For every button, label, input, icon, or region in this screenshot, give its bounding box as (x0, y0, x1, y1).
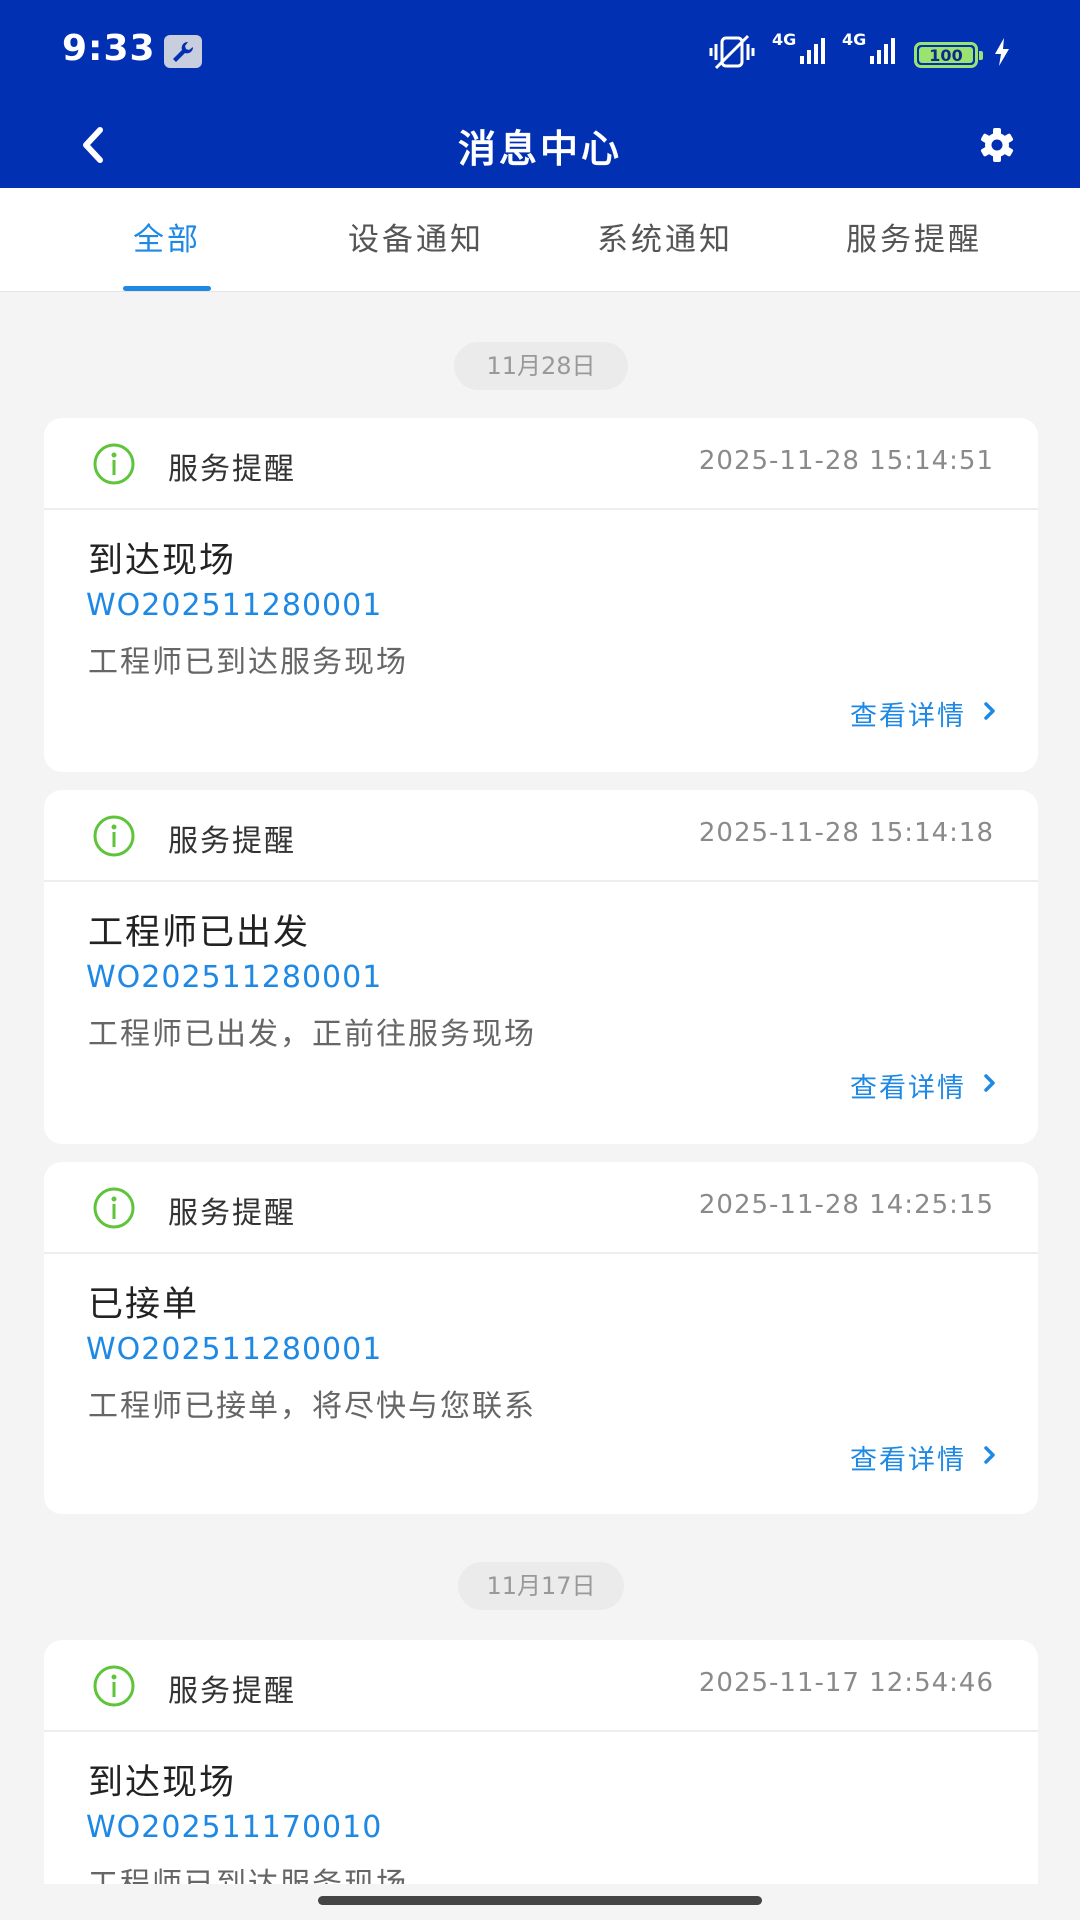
card-description: 工程师已出发，正前往服务现场 (88, 1017, 536, 1052)
card-title: 到达现场 (88, 1763, 237, 1803)
status-icons: 4G 4G 100 (708, 30, 1028, 74)
message-card[interactable]: 服务提醒 2025-11-28 15:14:18 工程师已出发 WO202511… (44, 790, 1038, 1144)
card-header: 服务提醒 2025-11-28 15:14:18 (44, 790, 1038, 882)
card-title: 到达现场 (88, 541, 237, 581)
home-indicator[interactable] (318, 1896, 762, 1905)
info-icon (93, 1665, 135, 1707)
view-details-label: 查看详情 (850, 701, 966, 732)
order-number: WO202511280001 (86, 960, 383, 995)
order-number: WO202511280001 (86, 588, 383, 623)
status-time: 9:33 (62, 28, 156, 69)
card-type: 服务提醒 (168, 1674, 296, 1709)
info-icon (93, 443, 135, 485)
order-number: WO202511280001 (86, 1332, 383, 1367)
view-details-link[interactable]: 查看详情 (850, 1066, 995, 1105)
tab-system-notice[interactable]: 系统通知 (540, 188, 790, 292)
card-title: 已接单 (88, 1285, 200, 1325)
app-header: 9:33 4G 4G 100 消息中心 (0, 0, 1080, 188)
wrench-icon (164, 35, 202, 68)
battery-icon: 100 (914, 42, 983, 68)
card-header: 服务提醒 2025-11-17 12:54:46 (44, 1640, 1038, 1732)
card-type: 服务提醒 (168, 452, 296, 487)
view-details-link[interactable]: 查看详情 (850, 1438, 995, 1477)
tab-bar: 全部 设备通知 系统通知 服务提醒 (0, 188, 1080, 292)
card-description: 工程师已到达服务现场 (88, 1859, 408, 1884)
message-card[interactable]: 服务提醒 2025-11-17 12:54:46 到达现场 WO20251117… (44, 1640, 1038, 1884)
chevron-right-icon (984, 1446, 995, 1464)
card-time: 2025-11-17 12:54:46 (698, 1668, 994, 1698)
charging-icon (992, 36, 1012, 72)
tab-device-notice[interactable]: 设备通知 (291, 188, 541, 292)
info-icon (93, 1187, 135, 1229)
vibrate-off-icon (708, 32, 756, 76)
chevron-right-icon (984, 702, 995, 720)
order-number: WO202511170010 (86, 1810, 383, 1845)
message-card[interactable]: 服务提醒 2025-11-28 14:25:15 已接单 WO202511280… (44, 1162, 1038, 1514)
card-time: 2025-11-28 15:14:18 (698, 818, 994, 848)
card-description: 工程师已接单，将尽快与您联系 (88, 1389, 536, 1424)
info-icon (93, 815, 135, 857)
tab-active-indicator (123, 286, 211, 291)
tab-service-reminder[interactable]: 服务提醒 (789, 188, 1039, 292)
title-bar: 消息中心 (0, 104, 1080, 188)
card-header: 服务提醒 2025-11-28 15:14:51 (44, 418, 1038, 510)
view-details-link[interactable]: 查看详情 (850, 694, 995, 733)
chevron-right-icon (984, 1074, 995, 1092)
status-bar: 9:33 4G 4G 100 (0, 0, 1080, 104)
card-header: 服务提醒 2025-11-28 14:25:15 (44, 1162, 1038, 1254)
date-chip: 11月17日 (458, 1562, 624, 1610)
card-type: 服务提醒 (168, 1196, 296, 1231)
date-chip: 11月28日 (454, 342, 628, 390)
view-details-label: 查看详情 (850, 1073, 966, 1104)
battery-level: 100 (919, 47, 973, 64)
card-time: 2025-11-28 15:14:51 (698, 446, 994, 476)
gear-icon (981, 128, 1013, 162)
card-title: 工程师已出发 (88, 913, 311, 953)
card-description: 工程师已到达服务现场 (88, 645, 408, 680)
card-time: 2025-11-28 14:25:15 (698, 1190, 994, 1220)
tab-all[interactable]: 全部 (42, 188, 292, 292)
card-type: 服务提醒 (168, 824, 296, 859)
view-details-label: 查看详情 (850, 1445, 966, 1476)
settings-button[interactable] (972, 120, 1022, 170)
page-title: 消息中心 (457, 127, 622, 171)
message-card[interactable]: 服务提醒 2025-11-28 15:14:51 到达现场 WO20251128… (44, 418, 1038, 772)
